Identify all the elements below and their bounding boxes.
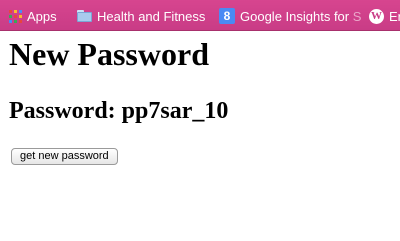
- bookmark-health-and-fitness[interactable]: Health and Fitness: [77, 7, 205, 25]
- bookmark-health-label: Health and Fitness: [97, 8, 206, 24]
- bookmark-apps-label: Apps: [27, 8, 57, 24]
- folder-icon: [77, 10, 92, 22]
- bookmark-apps[interactable]: Apps: [9, 7, 57, 25]
- apps-grid-icon: [9, 9, 22, 23]
- password-text: Password: pp7sar_10: [9, 98, 229, 124]
- bookmark-wordpress[interactable]: W Er: [369, 7, 400, 25]
- bookmark-google-insights[interactable]: 8 Google Insights for S: [219, 7, 361, 25]
- bookmarks-bar: Apps Health and Fitness 8 Google Insight…: [0, 0, 400, 31]
- google-icon: 8: [219, 8, 235, 24]
- get-new-password-button[interactable]: get new password: [11, 148, 118, 165]
- page-title: New Password: [9, 36, 209, 72]
- bookmark-google-label: Google Insights for S: [240, 8, 362, 24]
- wordpress-icon: W: [369, 8, 384, 24]
- bookmark-wordpress-label: Er: [389, 8, 400, 24]
